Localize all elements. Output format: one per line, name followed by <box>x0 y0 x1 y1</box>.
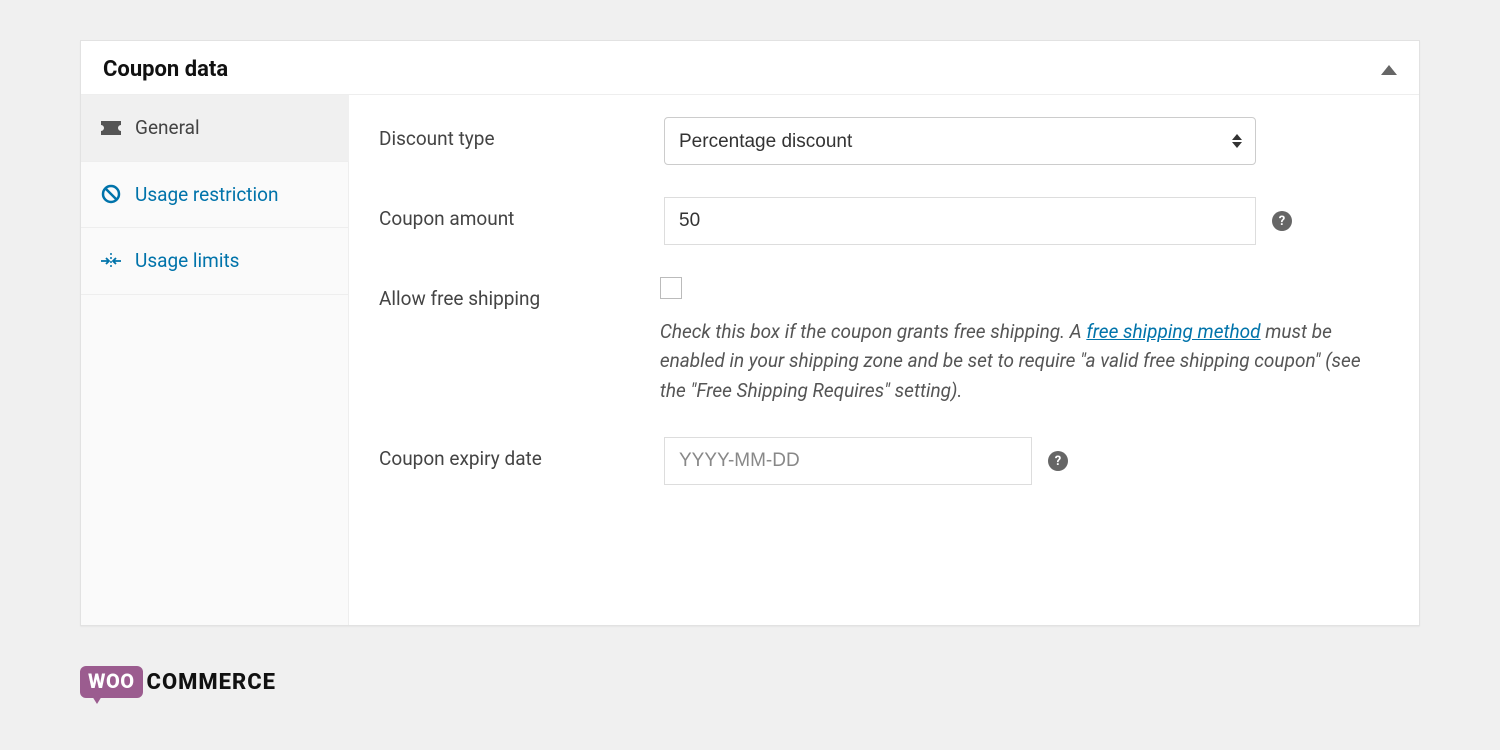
free-shipping-description: Check this box if the coupon grants free… <box>660 317 1389 405</box>
ticket-icon <box>101 121 121 135</box>
coupon-expiry-input[interactable] <box>664 437 1032 485</box>
ban-icon <box>101 184 121 204</box>
tab-general[interactable]: General <box>81 95 349 162</box>
tabs-sidebar: General Usage restriction Usage limits <box>81 95 349 625</box>
tab-label: General <box>135 115 200 141</box>
select-arrows-icon <box>1232 134 1242 148</box>
panel-body: General Usage restriction Usage limits D… <box>81 95 1419 625</box>
coupon-amount-input[interactable] <box>664 197 1256 245</box>
coupon-expiry-label: Coupon expiry date <box>379 437 664 470</box>
tab-usage-limits[interactable]: Usage limits <box>81 228 348 295</box>
collapse-horizontal-icon <box>101 252 121 270</box>
panel-title: Coupon data <box>103 57 228 82</box>
panel-header: Coupon data <box>81 41 1419 95</box>
help-icon[interactable]: ? <box>1272 211 1292 231</box>
coupon-amount-row: Coupon amount ? <box>379 197 1389 245</box>
free-shipping-checkbox[interactable] <box>660 277 682 299</box>
woocommerce-logo: WOO COMMERCE <box>80 666 1420 698</box>
free-shipping-row: Allow free shipping Check this box if th… <box>379 277 1389 405</box>
tab-label: Usage limits <box>135 248 239 274</box>
general-form: Discount type Percentage discount Coupon… <box>349 95 1419 625</box>
discount-type-select[interactable]: Percentage discount <box>664 117 1256 165</box>
discount-type-label: Discount type <box>379 117 664 150</box>
tab-usage-restriction[interactable]: Usage restriction <box>81 162 348 229</box>
logo-commerce: COMMERCE <box>147 670 276 695</box>
coupon-amount-label: Coupon amount <box>379 197 664 230</box>
discount-type-row: Discount type Percentage discount <box>379 117 1389 165</box>
free-shipping-method-link[interactable]: free shipping method <box>1086 320 1260 343</box>
coupon-data-panel: Coupon data General Usage restriction <box>80 40 1420 626</box>
collapse-toggle-icon[interactable] <box>1381 65 1397 75</box>
free-shipping-label: Allow free shipping <box>379 277 660 310</box>
coupon-expiry-row: Coupon expiry date ? <box>379 437 1389 485</box>
tab-label: Usage restriction <box>135 182 278 208</box>
logo-woo: WOO <box>80 666 143 698</box>
help-icon[interactable]: ? <box>1048 451 1068 471</box>
